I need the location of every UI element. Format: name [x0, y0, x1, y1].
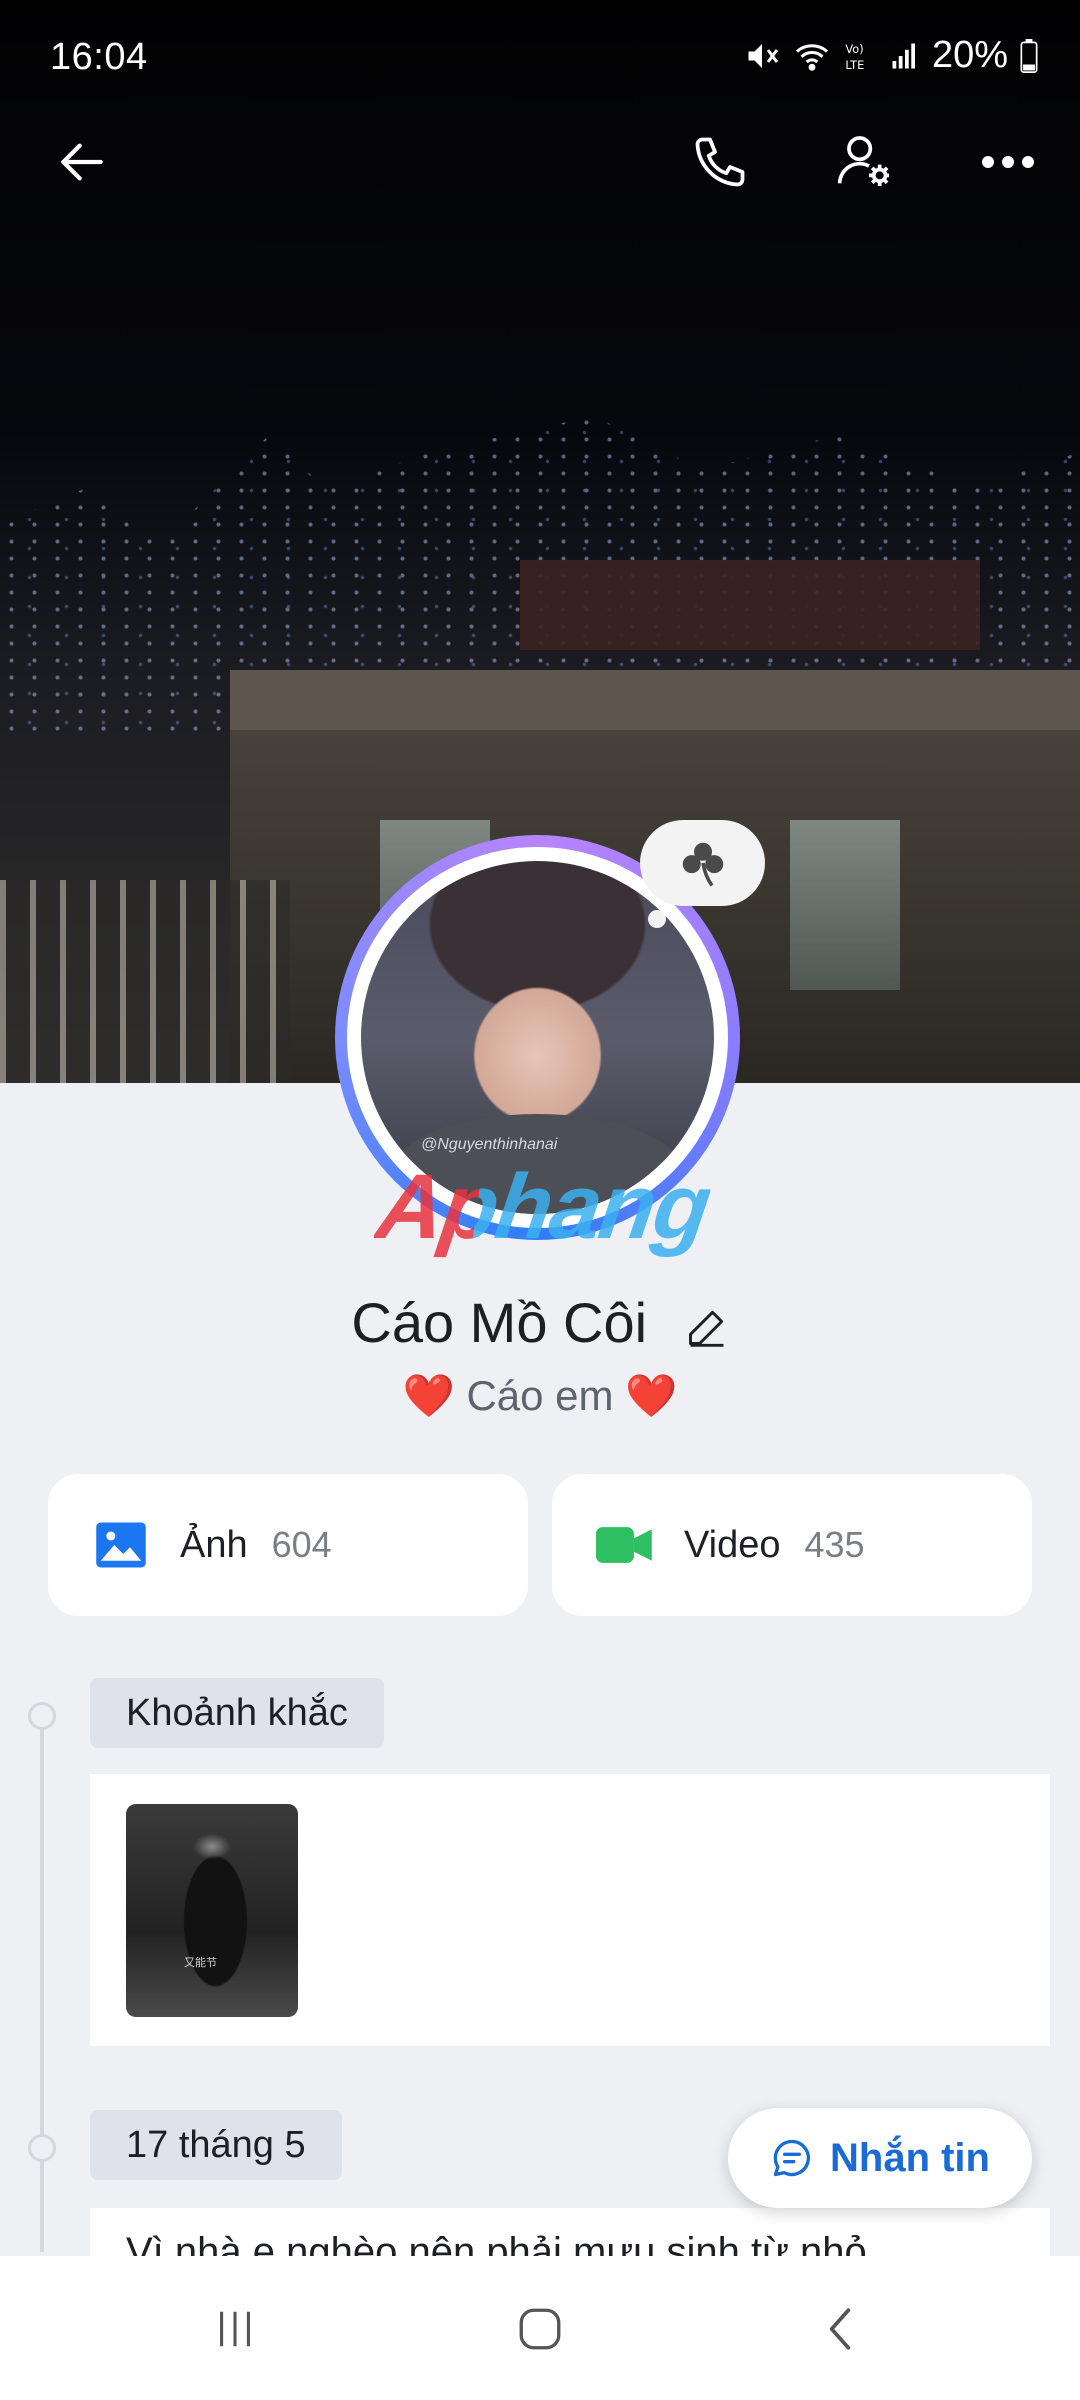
- chat-bubble-icon: [773, 2139, 810, 2177]
- wifi-icon: [795, 43, 828, 71]
- clover-icon: [682, 842, 723, 887]
- message-button[interactable]: Nhắn tin: [728, 2108, 1032, 2208]
- volte-icon: Vo)LTE: [845, 42, 864, 72]
- home-icon[interactable]: [480, 2284, 600, 2374]
- videos-count: 435: [804, 1524, 865, 1565]
- photos-label: Ảnh: [180, 1523, 248, 1566]
- status-time: 16:04: [50, 36, 148, 78]
- profile-status: ❤️ Cáo em ❤️: [402, 1372, 678, 1419]
- battery-icon: [1020, 38, 1038, 73]
- user-settings-icon[interactable]: [825, 122, 905, 202]
- profile-name: Cáo Mồ Côi: [351, 1291, 648, 1354]
- mood-bubble-tail: [648, 910, 666, 928]
- videos-label: Video: [684, 1523, 781, 1566]
- photos-card[interactable]: Ảnh 604: [48, 1474, 528, 1616]
- status-bar: 16:04 Vo) LTE 20%: [0, 0, 1080, 120]
- svg-text:Vo): Vo): [845, 42, 863, 56]
- timeline-line: [40, 1712, 44, 2252]
- signal-icon: [892, 43, 915, 68]
- recent-apps-icon[interactable]: [175, 2284, 295, 2374]
- photo-icon: [92, 1517, 150, 1573]
- moment-thumbnail[interactable]: 又能节: [126, 1804, 298, 2017]
- moment-thumb-caption: 又能节: [184, 1957, 217, 1969]
- avatar-tag: @Nguyenthinhanai: [421, 1136, 558, 1153]
- nav-back-icon[interactable]: [780, 2284, 900, 2374]
- cover-fence: [0, 880, 290, 1083]
- moments-section-label: Khoảnh khắc: [90, 1678, 384, 1748]
- more-icon[interactable]: [968, 122, 1048, 202]
- videos-card[interactable]: Video 435: [552, 1474, 1032, 1616]
- navigation-bar: [0, 2256, 1080, 2400]
- phone-icon[interactable]: [680, 122, 760, 202]
- video-camera-icon: [596, 1517, 654, 1573]
- cover-building-roof: [230, 670, 1080, 730]
- timeline-dot: [28, 2134, 56, 2162]
- edit-pencil-icon[interactable]: [685, 1305, 729, 1349]
- timeline-dot: [28, 1702, 56, 1730]
- status-icons: Vo) LTE 20%: [744, 34, 1038, 77]
- date-section-label: 17 tháng 5: [90, 2110, 342, 2180]
- mute-icon: [748, 43, 779, 68]
- watermark: Aphang: [370, 1156, 716, 1258]
- photos-count: 604: [271, 1524, 332, 1565]
- cover-window: [790, 820, 900, 990]
- mood-bubble[interactable]: [640, 820, 765, 906]
- back-arrow-icon[interactable]: [42, 122, 122, 202]
- cover-roof-shadow: [520, 560, 980, 650]
- moments-card: 又能节: [90, 1774, 1050, 2046]
- profile-name-row: Cáo Mồ Côi: [0, 1290, 1080, 1355]
- svg-text:LTE: LTE: [845, 57, 864, 71]
- message-button-label: Nhắn tin: [830, 2135, 990, 2180]
- battery-percent: 20%: [931, 34, 1008, 76]
